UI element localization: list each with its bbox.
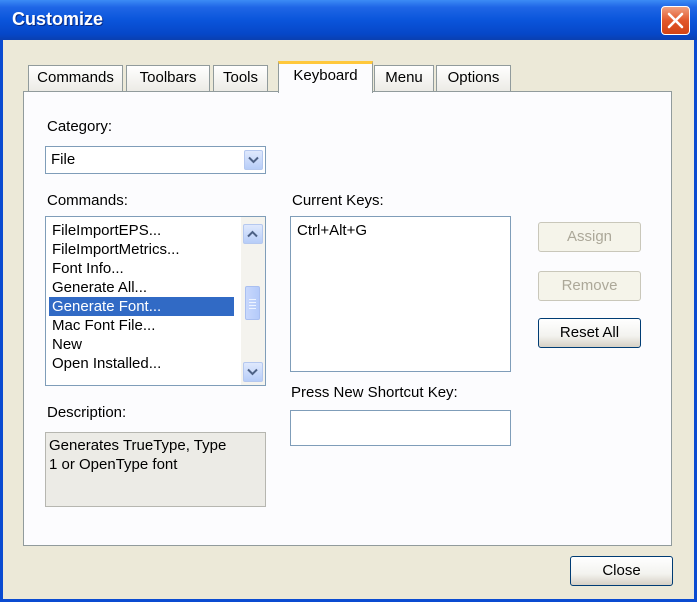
remove-button[interactable]: Remove [538, 271, 641, 301]
close-icon [667, 12, 684, 29]
description-box: Generates TrueType, Type 1 or OpenType f… [45, 432, 266, 507]
close-window-button[interactable] [661, 6, 690, 35]
commands-list[interactable]: FileImportEPS... FileImportMetrics... Fo… [45, 216, 266, 386]
dropdown-arrow-button[interactable] [244, 150, 263, 170]
scroll-down-button[interactable] [243, 362, 263, 382]
close-button[interactable]: Close [570, 556, 673, 586]
commands-scrollbar[interactable] [241, 217, 265, 385]
description-label: Description: [47, 404, 127, 421]
tab-options[interactable]: Options [436, 65, 511, 91]
chevron-up-icon [247, 230, 258, 238]
category-dropdown[interactable]: File [45, 146, 266, 174]
description-text-line-1: Generates TrueType, Type [49, 437, 227, 454]
tab-menu[interactable]: Menu [374, 65, 434, 91]
window-title: Customize [12, 9, 104, 29]
title-bar[interactable]: Customize [0, 0, 697, 40]
scroll-thumb[interactable] [245, 286, 260, 320]
commands-label: Commands: [47, 192, 128, 209]
assign-button[interactable]: Assign [538, 222, 641, 252]
tab-keyboard[interactable]: Keyboard [278, 61, 373, 93]
list-item[interactable]: FileImportMetrics... [49, 240, 234, 259]
list-item[interactable]: Font Info... [49, 259, 234, 278]
category-value: File [51, 151, 76, 168]
list-item[interactable]: Generate All... [49, 278, 234, 297]
tab-commands[interactable]: Commands [28, 65, 123, 91]
description-text-line-2: 1 or OpenType font [49, 456, 178, 473]
list-item[interactable]: Mac Font File... [49, 316, 234, 335]
reset-all-button[interactable]: Reset All [538, 318, 641, 348]
shortcut-label: Press New Shortcut Key: [291, 384, 458, 401]
tab-tools[interactable]: Tools [213, 65, 268, 91]
category-label: Category: [47, 118, 113, 135]
list-item[interactable]: Open Installed... [49, 354, 234, 373]
list-item[interactable]: New [49, 335, 234, 354]
shortcut-input[interactable] [290, 410, 511, 446]
current-key-item[interactable]: Ctrl+Alt+G [297, 222, 367, 239]
list-item-selected[interactable]: Generate Font... [49, 297, 234, 316]
chevron-down-icon [248, 156, 259, 164]
current-keys-label: Current Keys: [292, 192, 384, 209]
chevron-down-icon [247, 368, 258, 376]
current-keys-list[interactable]: Ctrl+Alt+G [290, 216, 511, 372]
tab-toolbars[interactable]: Toolbars [126, 65, 210, 91]
list-item[interactable]: FileImportEPS... [49, 221, 234, 240]
scroll-up-button[interactable] [243, 224, 263, 244]
